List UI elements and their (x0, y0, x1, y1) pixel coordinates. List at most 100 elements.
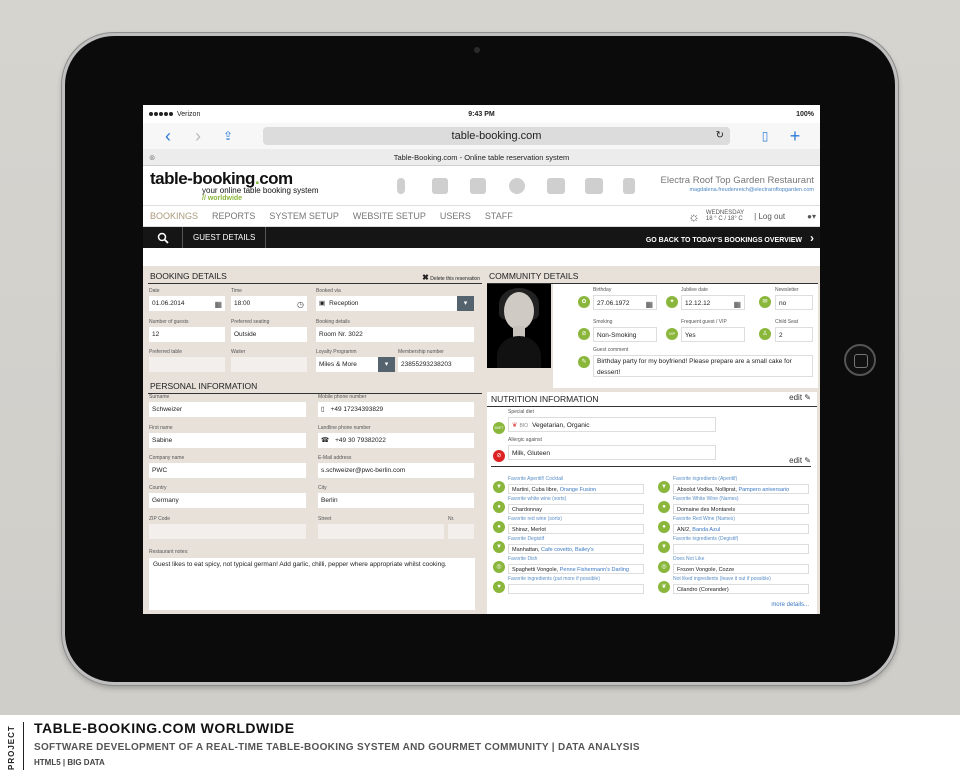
flag-icon[interactable]: ●▾ (807, 212, 816, 221)
favorite-field[interactable]: Absolut Vodka, Nolliprat, Pampero aniver… (673, 484, 809, 494)
list-icon[interactable] (585, 178, 603, 194)
favorite-field[interactable] (508, 584, 644, 594)
waiter-field[interactable] (231, 357, 307, 372)
nr-field[interactable] (448, 524, 474, 539)
favorite-label: Favorite Degistif (508, 536, 545, 542)
favorite-field[interactable] (673, 544, 809, 554)
favorite-field[interactable]: Shiraz, Merlot (508, 524, 644, 534)
email-field[interactable]: s.schweizer@pwc-berlin.com (318, 463, 474, 478)
time-label: Time (231, 288, 242, 294)
date-field[interactable]: 01.06.2014 ▦ (149, 296, 225, 311)
menu-website-setup[interactable]: WEBSITE SETUP (353, 211, 426, 221)
street-field[interactable] (318, 524, 444, 539)
back-to-overview-button[interactable]: GO BACK TO TODAY'S BOOKINGS OVERVIEW › (646, 231, 820, 245)
menu-bookings[interactable]: BOOKINGS (150, 211, 198, 221)
restaurant-info: Electra Roof Top Garden Restaurant magda… (661, 175, 815, 193)
bio-badge: BIO (519, 423, 529, 429)
country-field[interactable]: Germany (149, 493, 306, 508)
tab-title[interactable]: Table-Booking.com - Online table reserva… (394, 153, 570, 162)
newsletter-field[interactable]: no (775, 295, 813, 310)
comment-field[interactable]: Birthday party for my boyfriend! Please … (593, 355, 813, 377)
reload-icon[interactable]: ↻ (716, 127, 724, 145)
surname-field[interactable]: Schweizer (149, 402, 306, 417)
booked-via-select[interactable]: ▣ Reception ▾ (316, 296, 474, 311)
menu-staff[interactable]: STAFF (485, 211, 513, 221)
guests-field[interactable]: 12 (149, 327, 225, 342)
first-name-field[interactable]: Sabine (149, 433, 306, 448)
wine-icon: ● (658, 521, 670, 533)
notes-textarea[interactable]: Guest likes to eat spicy, not typical ge… (149, 558, 475, 610)
favorite-highlight[interactable]: Orange Fusion (560, 487, 596, 493)
delete-reservation-button[interactable]: ✖ Delete this reservation (422, 273, 480, 282)
bookmarks-icon[interactable]: ▯ (750, 126, 780, 146)
home-button[interactable] (844, 344, 876, 376)
desktop-icon[interactable] (547, 178, 565, 194)
facebook-icon[interactable] (432, 178, 448, 194)
logo[interactable]: table-booking.com your online table book… (150, 169, 319, 202)
chevron-down-icon[interactable]: ▾ (457, 296, 474, 311)
chef-icon[interactable] (509, 178, 525, 194)
android-icon[interactable] (623, 178, 635, 194)
child-seat-field[interactable]: 2 (775, 327, 813, 342)
close-tab-icon[interactable]: ⊗ (149, 149, 155, 166)
via-value: Reception (329, 300, 359, 307)
menu-users[interactable]: USERS (440, 211, 471, 221)
share-icon[interactable]: ⇪ (213, 126, 243, 146)
calendar-icon[interactable]: ▦ (733, 297, 741, 309)
more-details-link[interactable]: more details... (771, 602, 809, 608)
favorite-highlight[interactable]: Pampero aniversario (738, 487, 789, 493)
project-tags: HTML5 | BIG DATA (34, 758, 105, 767)
favorite-field[interactable]: AN/2, Banda Azul (673, 524, 809, 534)
smoking-label: Smoking (593, 319, 613, 325)
chevron-down-icon[interactable]: ▾ (378, 357, 395, 372)
landline-field[interactable]: ☎ +49 30 79382022 (318, 433, 474, 448)
jubilee-field[interactable]: 12.12.12 ▦ (681, 295, 745, 310)
url-bar[interactable]: table-booking.com ↻ (263, 127, 730, 145)
loyalty-select[interactable]: Miles & More ▾ (316, 357, 395, 372)
favorite-field[interactable]: Chardonnay (508, 504, 644, 514)
birthday-field[interactable]: 27.06.1972 ▦ (593, 295, 657, 310)
edit-nutrition-button[interactable]: edit ✎ (789, 393, 811, 402)
frequent-field[interactable]: Yes (681, 327, 745, 342)
favorite-highlight[interactable]: Cafe covetto, Bailey's (541, 547, 594, 553)
favorite-field[interactable]: Frozen Vongole, Cozze (673, 564, 809, 574)
favorite-field[interactable]: Spaghetti Vongole, Penne Fishermann's Da… (508, 564, 644, 574)
back-icon[interactable]: ‹ (153, 126, 183, 146)
favorite-field[interactable]: Manhattan, Cafe covetto, Bailey's (508, 544, 644, 554)
new-tab-icon[interactable]: + (780, 126, 810, 146)
seating-field[interactable]: Outside (231, 327, 307, 342)
diet-field[interactable]: ❦ BIO Vegetarian, Organic (508, 417, 716, 432)
favorite-field[interactable]: Cilandro (Coreander) (673, 584, 809, 594)
weather-temp: 18 ° C / 18° C (705, 216, 743, 222)
forward-icon[interactable]: › (183, 126, 213, 146)
calendar-icon[interactable]: ▦ (214, 297, 222, 311)
logout-link[interactable]: | Log out (754, 212, 785, 221)
favorite-highlight[interactable]: Banda Azul (692, 527, 720, 533)
mobile-field[interactable]: ▯ +49 17234393829 (318, 402, 474, 417)
bulb-icon[interactable] (397, 178, 405, 194)
search-icon[interactable] (143, 227, 183, 248)
membership-field[interactable]: 23855293238203 (398, 357, 474, 372)
favorite-field[interactable]: Martini, Cuba libre, Orange Fusion (508, 484, 644, 494)
restaurant-email[interactable]: magdalena.freudenreich@electraroftopgard… (661, 187, 814, 193)
url-text: table-booking.com (451, 130, 542, 142)
guest-details-tab[interactable]: GUEST DETAILS (183, 227, 267, 248)
table-field[interactable] (149, 357, 225, 372)
clock-icon[interactable]: ◷ (297, 297, 304, 311)
status-bar: Verizon 9:43 PM 100% (143, 105, 820, 123)
favorite-field[interactable]: Domaine des Montarels (673, 504, 809, 514)
zip-field[interactable] (149, 524, 306, 539)
smoking-field[interactable]: Non-Smoking (593, 327, 657, 342)
booking-details-field[interactable]: Room Nr. 3022 (316, 327, 474, 342)
menu-reports[interactable]: REPORTS (212, 211, 255, 221)
city-field[interactable]: Berlin (318, 493, 474, 508)
twitter-icon[interactable] (470, 178, 486, 194)
menu-system-setup[interactable]: SYSTEM SETUP (269, 211, 339, 221)
calendar-icon[interactable]: ▦ (645, 297, 653, 309)
favorite-highlight[interactable]: Penne Fishermann's Darling (560, 567, 629, 573)
phone-icon: ☎ (321, 437, 330, 444)
company-field[interactable]: PWC (149, 463, 306, 478)
edit-favorites-button[interactable]: edit ✎ (491, 456, 811, 467)
time-field[interactable]: 18:00 ◷ (231, 296, 307, 311)
digestif-icon: ▼ (493, 541, 505, 553)
